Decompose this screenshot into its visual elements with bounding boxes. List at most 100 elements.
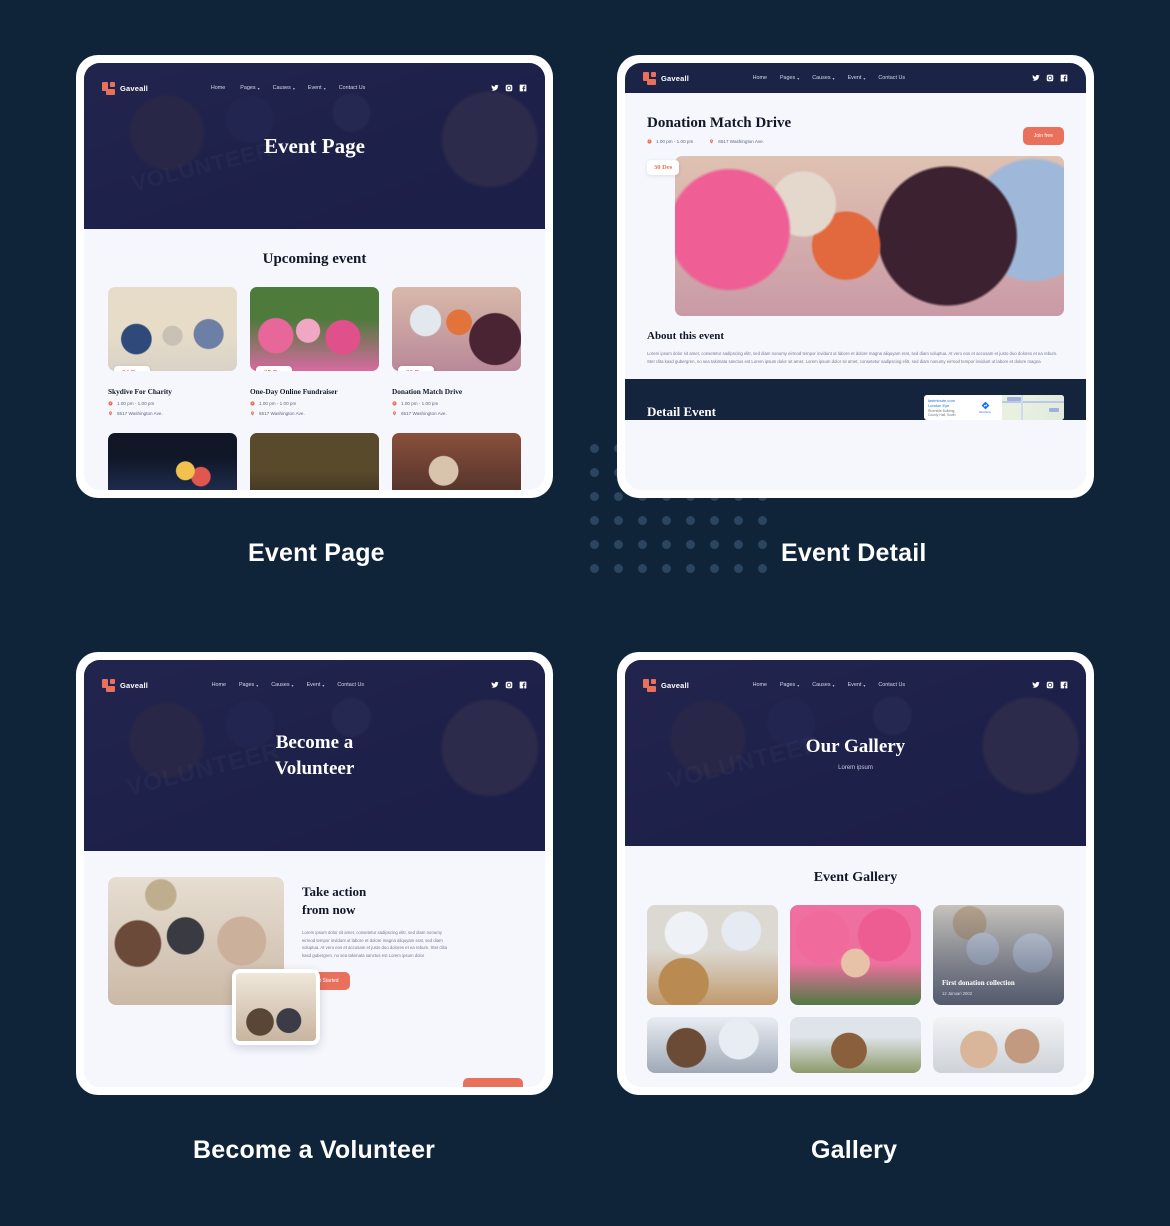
event-card-title: Donation Match Drive xyxy=(392,387,463,396)
event-card[interactable] xyxy=(250,433,379,490)
nav-item-contact-us[interactable]: Contact Us xyxy=(337,682,364,688)
event-card[interactable]: 24 Des Skydive For Charity 1.00 pm - 1.0… xyxy=(108,287,237,416)
join-free-button[interactable]: Join free xyxy=(1022,127,1064,145)
nav-item-home[interactable]: Home xyxy=(211,85,227,91)
event-card-image: 24 Des xyxy=(108,287,237,371)
nav-item-pages[interactable]: Pages ▾ xyxy=(780,682,799,688)
gallery-item[interactable] xyxy=(933,1017,1064,1073)
map-directions-button[interactable]: Directions xyxy=(968,395,1002,420)
mockup-event-page[interactable]: VOLUNTEER Gaveall Home Pages▾ Causes▾ Ev… xyxy=(76,55,553,498)
chevron-down-icon: ▾ xyxy=(832,682,835,688)
gallery-item[interactable] xyxy=(647,1017,778,1073)
about-this-event-section: About this event Lorem ipsum dolor sit a… xyxy=(647,330,1064,365)
mockup-gallery[interactable]: VOLUNTEER Gaveall Home Pages▾ Causes▾ Ev… xyxy=(617,652,1094,1095)
nav-item-home[interactable]: Home xyxy=(753,682,767,688)
chevron-down-icon: ▾ xyxy=(832,75,835,81)
map-place-name: lastminute.com London Eye xyxy=(928,398,955,409)
nav-item-causes[interactable]: Causes ▾ xyxy=(271,682,293,688)
map-directions-label: Directions xyxy=(979,411,991,415)
facebook-icon[interactable] xyxy=(519,84,527,92)
site-navbar: Gaveall Home Pages ▾ Causes ▾ Event ▾ Conta… xyxy=(625,63,1086,93)
floating-action-button[interactable] xyxy=(463,1078,523,1087)
page-root: VOLUNTEER Gaveall Home Pages▾ Causes▾ Ev… xyxy=(0,0,1170,1226)
gallery-item[interactable] xyxy=(790,905,921,1005)
take-action-heading-line1: Take action xyxy=(302,884,367,899)
detail-event-heading: Detail Event xyxy=(647,404,716,420)
mockup-caption-event-detail: Event Detail xyxy=(781,539,927,567)
event-detail-hero: 30 Des xyxy=(647,156,1064,316)
brand-logo[interactable]: Gaveall xyxy=(643,678,689,692)
social-links xyxy=(1032,74,1068,82)
event-card-image xyxy=(392,433,521,490)
instagram-icon[interactable] xyxy=(1046,74,1054,82)
chevron-down-icon: ▾ xyxy=(863,682,866,688)
nav-item-contact-us[interactable]: Contact Us xyxy=(339,85,366,91)
twitter-icon[interactable] xyxy=(1032,681,1040,689)
nav-item-home[interactable]: Home xyxy=(212,682,226,688)
nav-item-event[interactable]: Event ▾ xyxy=(848,75,866,81)
facebook-icon[interactable] xyxy=(1060,681,1068,689)
section-title: Event Gallery xyxy=(813,870,898,885)
event-card-title: One-Day Online Fundraiser xyxy=(250,387,338,396)
about-text: Lorem ipsum dolor sit amet, consetetur s… xyxy=(647,351,1058,364)
nav-item-causes[interactable]: Causes ▾ xyxy=(812,682,834,688)
nav-item-causes[interactable]: Causes ▾ xyxy=(812,75,834,81)
nav-item-event[interactable]: Event ▾ xyxy=(307,682,325,688)
instagram-icon[interactable] xyxy=(505,84,513,92)
event-card[interactable] xyxy=(108,433,237,490)
gallery-grid: First donation collection 12 Januari 200… xyxy=(625,905,1086,1073)
brand-logo[interactable]: Gaveall xyxy=(102,678,148,692)
event-card-address: 6517 Washington Ave. xyxy=(250,411,379,416)
mockup-become-a-volunteer[interactable]: VOLUNTEER Gaveall Home Pages▾ Causes▾ Ev… xyxy=(76,652,553,1095)
chevron-down-icon: ▾ xyxy=(322,682,325,688)
page-subtitle: Lorem ipsum xyxy=(838,764,873,771)
nav-item-event[interactable]: Event ▾ xyxy=(308,85,326,91)
main-nav: Home Pages ▾ Causes ▾ Event ▾ Contact Us xyxy=(211,85,365,91)
event-date-badge: 30 Des xyxy=(647,160,680,175)
nav-item-pages[interactable]: Pages ▾ xyxy=(240,85,259,91)
volunteer-hero: VOLUNTEER Gaveall Home Pages▾ Causes▾ Ev… xyxy=(84,660,545,851)
take-action-inset-photo xyxy=(232,969,320,1045)
twitter-icon[interactable] xyxy=(491,84,499,92)
event-page-hero: VOLUNTEER Gaveall Home Pages▾ Causes▾ Ev… xyxy=(84,63,545,229)
brand-name: Gaveall xyxy=(120,83,149,93)
chevron-down-icon: ▾ xyxy=(292,85,295,91)
instagram-icon[interactable] xyxy=(505,681,513,689)
main-nav: Home Pages ▾ Causes ▾ Event ▾ Contact Us xyxy=(212,682,364,688)
nav-item-pages[interactable]: Pages ▾ xyxy=(239,682,258,688)
twitter-icon[interactable] xyxy=(1032,74,1040,82)
event-card-time: 1.00 pm - 1.00 pm xyxy=(108,401,237,406)
brand-logo[interactable]: Gaveall xyxy=(643,71,689,85)
nav-item-contact-us[interactable]: Contact Us xyxy=(878,682,905,688)
event-card[interactable]: 30 Des Donation Match Drive 1.00 pm - 1.… xyxy=(392,287,521,416)
volunteer-screen: VOLUNTEER Gaveall Home Pages▾ Causes▾ Ev… xyxy=(84,660,545,1087)
facebook-icon[interactable] xyxy=(1060,74,1068,82)
event-card[interactable]: 25 Des One-Day Online Fundraiser 1.00 pm… xyxy=(250,287,379,416)
nav-item-event[interactable]: Event ▾ xyxy=(848,682,866,688)
event-card-address: 6517 Washington Ave. xyxy=(108,411,237,416)
social-links xyxy=(491,681,527,689)
site-navbar: Gaveall Home Pages ▾ Causes ▾ Event ▾ Conta… xyxy=(625,670,1086,700)
nav-item-home[interactable]: Home xyxy=(753,75,767,81)
nav-item-pages[interactable]: Pages ▾ xyxy=(780,75,799,81)
take-action-images xyxy=(108,877,320,1045)
event-detail-meta: 1.00 pm - 1.00 pm 6517 Washington Ave. xyxy=(647,139,1023,144)
event-card-image: 25 Des xyxy=(250,287,379,371)
event-date-badge: 30 Des xyxy=(398,366,434,371)
twitter-icon[interactable] xyxy=(491,681,499,689)
section-title: Upcoming event xyxy=(262,251,367,267)
event-map-card[interactable]: lastminute.com London Eye Riverside Buil… xyxy=(924,395,1064,421)
event-card[interactable] xyxy=(392,433,521,490)
instagram-icon[interactable] xyxy=(1046,681,1054,689)
mockup-event-detail[interactable]: Gaveall Home Pages ▾ Causes ▾ Event ▾ Conta… xyxy=(617,55,1094,498)
facebook-icon[interactable] xyxy=(519,681,527,689)
chevron-down-icon: ▾ xyxy=(797,682,800,688)
gallery-item[interactable] xyxy=(790,1017,921,1073)
gallery-item[interactable] xyxy=(647,905,778,1005)
gallery-item-featured[interactable]: First donation collection 12 Januari 200… xyxy=(933,905,1064,1005)
event-card-image xyxy=(250,433,379,490)
chevron-down-icon: ▾ xyxy=(256,682,259,688)
brand-logo[interactable]: Gaveall xyxy=(102,81,149,95)
nav-item-contact-us[interactable]: Contact Us xyxy=(878,75,905,81)
nav-item-causes[interactable]: Causes ▾ xyxy=(273,85,295,91)
